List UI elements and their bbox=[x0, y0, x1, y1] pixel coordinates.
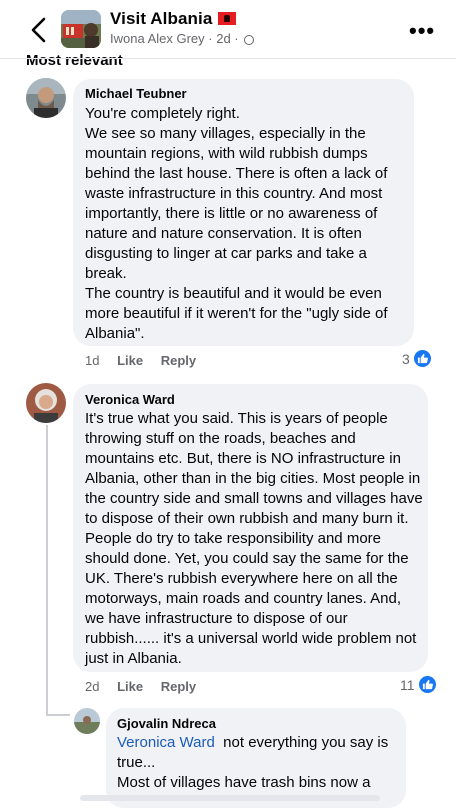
mention-link[interactable]: Veronica Ward bbox=[117, 734, 215, 751]
commenter-name[interactable]: Veronica Ward bbox=[85, 392, 175, 407]
sort-dropdown[interactable]: Most relevant bbox=[26, 52, 123, 69]
like-button[interactable]: Like bbox=[117, 353, 143, 368]
reaction-count[interactable]: 11 bbox=[400, 676, 436, 693]
thumbs-up-icon bbox=[413, 350, 431, 367]
comment-input-bar[interactable] bbox=[80, 795, 380, 801]
commenter-name[interactable]: Gjovalin Ndreca bbox=[117, 716, 216, 731]
thread-line bbox=[46, 714, 70, 716]
reply-text: Veronica Ward not everything you say is … bbox=[117, 733, 399, 793]
comment-actions: 2d Like Reply bbox=[85, 679, 210, 694]
post-meta: Iwona Alex Grey · 2d · bbox=[110, 31, 255, 46]
avatar[interactable] bbox=[26, 78, 66, 118]
comment-time: 2d bbox=[85, 679, 100, 694]
top-bar: Visit Albania Iwona Alex Grey · 2d · •••… bbox=[0, 0, 456, 69]
thread-line bbox=[46, 425, 48, 715]
like-button[interactable]: Like bbox=[117, 679, 143, 694]
group-title-text: Visit Albania bbox=[110, 9, 213, 28]
globe-icon bbox=[244, 35, 255, 45]
commenter-name[interactable]: Michael Teubner bbox=[85, 86, 187, 101]
comment-time: 1d bbox=[85, 353, 100, 368]
more-dots-icon[interactable]: ••• bbox=[409, 18, 435, 44]
comment-text: It's true what you said. This is years o… bbox=[85, 410, 423, 667]
reaction-number: 3 bbox=[402, 350, 410, 367]
chevron-left-icon[interactable] bbox=[28, 16, 50, 44]
post-time[interactable]: 2d bbox=[216, 31, 230, 46]
header-divider bbox=[0, 58, 456, 59]
group-title[interactable]: Visit Albania bbox=[110, 9, 237, 29]
avatar[interactable] bbox=[74, 708, 100, 734]
avatar[interactable] bbox=[26, 383, 66, 423]
reply-button[interactable]: Reply bbox=[161, 679, 196, 694]
reaction-number: 11 bbox=[400, 676, 415, 693]
comment-text: You're completely right. We see so many … bbox=[85, 105, 388, 342]
albania-flag-icon bbox=[218, 12, 237, 25]
reaction-count[interactable]: 3 bbox=[402, 350, 431, 367]
reply-button[interactable]: Reply bbox=[161, 353, 196, 368]
comment-actions: 1d Like Reply bbox=[85, 353, 210, 368]
group-avatar[interactable] bbox=[61, 10, 101, 48]
thumbs-up-icon bbox=[418, 676, 436, 693]
post-author[interactable]: Iwona Alex Grey bbox=[110, 31, 205, 46]
